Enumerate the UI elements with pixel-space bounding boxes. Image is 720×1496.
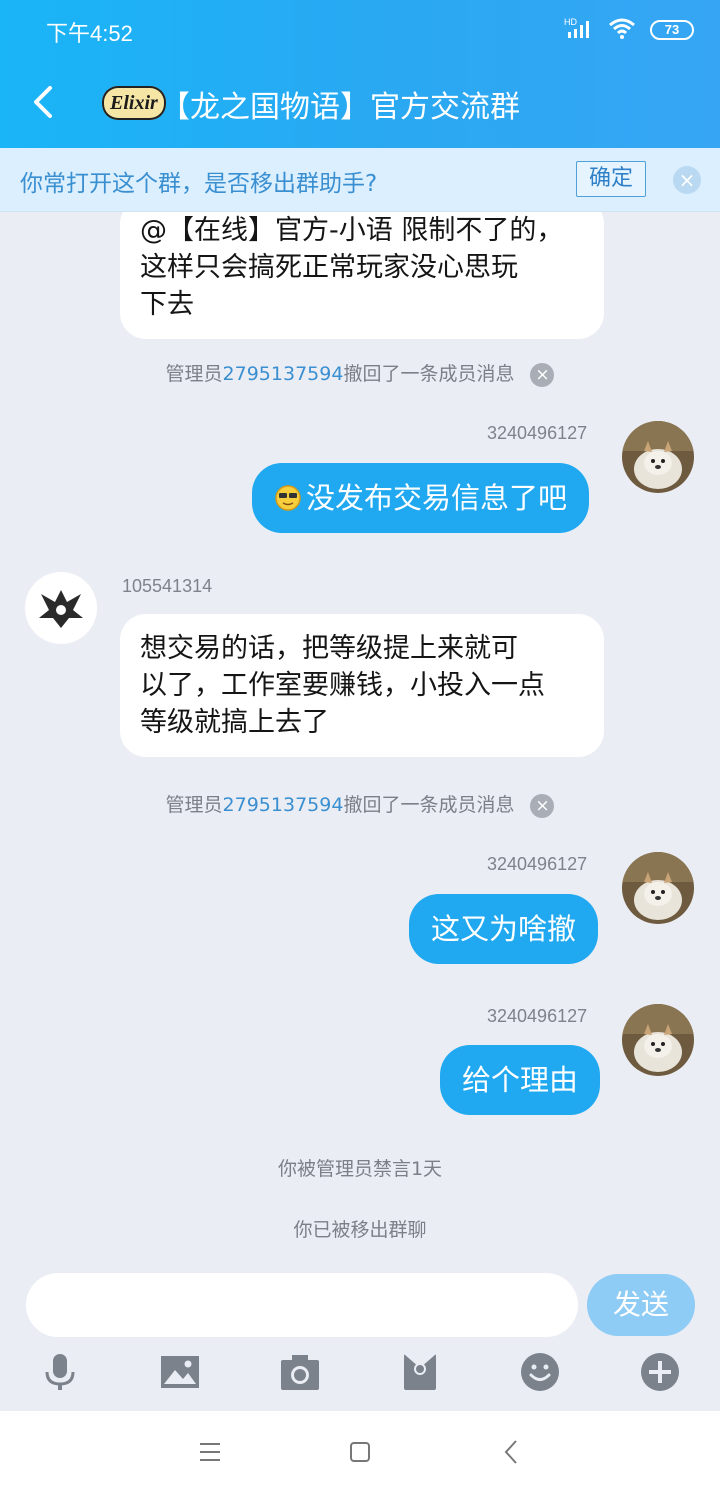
dismiss-icon[interactable]: ×	[530, 362, 555, 387]
message-line: 下去	[140, 289, 194, 320]
message-line: @【在线】官方-小语 限制不了的，	[140, 215, 564, 246]
message-line: 等级就搞上去了	[140, 707, 329, 738]
notice-text: 你常打开这个群，是否移出群助手?	[20, 171, 378, 197]
status-time: 下午4:52	[46, 21, 133, 46]
home-icon[interactable]	[340, 1432, 380, 1472]
system-message: 你已被移出群聊	[293, 1219, 427, 1241]
dismiss-icon[interactable]: ×	[530, 793, 555, 818]
close-icon[interactable]: ×	[673, 166, 701, 194]
admin-link[interactable]: 2795137594	[223, 794, 344, 816]
sender-name: 3240496127	[487, 423, 588, 443]
sender-name: 105541314	[122, 576, 213, 596]
message-line: 以了，工作室要赚钱，小投入一点	[140, 670, 545, 701]
confirm-button[interactable]: 确定	[576, 161, 646, 197]
camera-icon[interactable]	[280, 1352, 320, 1392]
message-list: @【在线】官方-小语 限制不了的， 这样只会搞死正常玩家没心思玩 下去 管理员2…	[0, 212, 720, 1272]
red-packet-icon[interactable]	[400, 1352, 440, 1392]
system-message: 管理员2795137594撤回了一条成员消息 ×	[0, 359, 720, 387]
page-title[interactable]: 【龙之国物语】官方交流群	[160, 82, 520, 126]
battery-icon: 73	[650, 20, 694, 40]
message-bubble[interactable]: 这又为啥撤	[409, 894, 599, 964]
sender-name: 3240496127	[487, 854, 588, 874]
avatar[interactable]	[622, 852, 694, 924]
message-line: 想交易的话，把等级提上来就可	[140, 633, 518, 664]
signal-icon: HD	[564, 16, 594, 44]
avatar[interactable]	[622, 421, 694, 493]
system-message: 管理员2795137594撤回了一条成员消息 ×	[0, 790, 720, 818]
wifi-icon	[608, 17, 636, 43]
message-text: 给个理由	[462, 1063, 579, 1097]
image-icon[interactable]	[160, 1352, 200, 1392]
sender-name: 3240496127	[487, 1006, 588, 1026]
message-bubble[interactable]: 给个理由	[440, 1045, 601, 1115]
message-line: 这样只会搞死正常玩家没心思玩	[140, 252, 518, 283]
menu-icon[interactable]	[190, 1432, 230, 1472]
status-icons: HD 73	[564, 16, 694, 44]
message-text: 没发布交易信息了吧	[306, 481, 568, 515]
message-bubble[interactable]: 没发布交易信息了吧	[252, 463, 590, 533]
plus-icon[interactable]	[640, 1352, 680, 1392]
message-text: 这又为啥撤	[431, 912, 577, 946]
message-bubble[interactable]: 想交易的话，把等级提上来就可 以了，工作室要赚钱，小投入一点 等级就搞上去了	[120, 614, 604, 757]
system-message: 你被管理员禁言1天	[277, 1158, 443, 1180]
avatar[interactable]	[622, 1004, 694, 1076]
sunglasses-emoji-icon	[274, 483, 302, 511]
admin-link[interactable]: 2795137594	[223, 363, 344, 385]
avatar[interactable]	[25, 572, 97, 644]
group-logo: Elixir	[102, 86, 166, 120]
send-button[interactable]: 发送	[587, 1274, 695, 1336]
message-input[interactable]	[26, 1273, 578, 1337]
microphone-icon[interactable]	[40, 1352, 80, 1392]
back-button[interactable]	[24, 80, 64, 124]
title-bar: 下午4:52 HD 73 Elixir 【龙之国物语】官方交流群	[0, 0, 720, 148]
emoji-icon[interactable]	[520, 1352, 560, 1392]
network-label: HD	[564, 17, 577, 27]
back-icon[interactable]	[492, 1432, 532, 1472]
message-bubble[interactable]: @【在线】官方-小语 限制不了的， 这样只会搞死正常玩家没心思玩 下去	[120, 212, 604, 339]
